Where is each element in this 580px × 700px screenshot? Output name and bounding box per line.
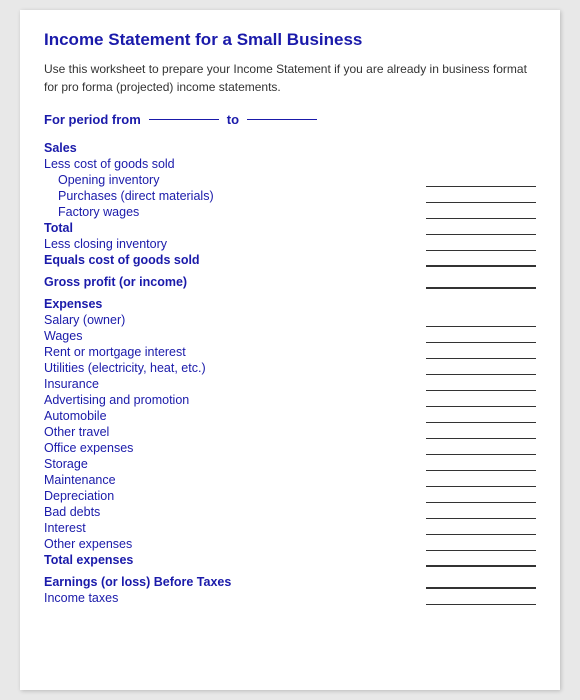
advertising-row: Advertising and promotion bbox=[44, 393, 536, 407]
period-row: For period from to bbox=[44, 112, 536, 127]
period-to-line bbox=[247, 119, 317, 120]
less-cost-label: Less cost of goods sold bbox=[44, 157, 175, 171]
other-expenses-label: Other expenses bbox=[44, 537, 132, 551]
other-expenses-row: Other expenses bbox=[44, 537, 536, 551]
insurance-row: Insurance bbox=[44, 377, 536, 391]
expenses-no-line bbox=[426, 297, 536, 311]
office-expenses-row: Office expenses bbox=[44, 441, 536, 455]
insurance-label: Insurance bbox=[44, 377, 99, 391]
advertising-line bbox=[426, 393, 536, 407]
insurance-line bbox=[426, 377, 536, 391]
income-taxes-row: Income taxes bbox=[44, 591, 536, 605]
maintenance-label: Maintenance bbox=[44, 473, 116, 487]
factory-wages-label: Factory wages bbox=[44, 205, 139, 219]
maintenance-row: Maintenance bbox=[44, 473, 536, 487]
less-cost-no-line bbox=[426, 157, 536, 171]
sales-label: Sales bbox=[44, 141, 77, 155]
other-travel-row: Other travel bbox=[44, 425, 536, 439]
expenses-heading-row: Expenses bbox=[44, 297, 536, 311]
gross-profit-label: Gross profit (or income) bbox=[44, 275, 187, 289]
less-cost-row: Less cost of goods sold bbox=[44, 157, 536, 171]
total-line bbox=[426, 221, 536, 235]
other-travel-label: Other travel bbox=[44, 425, 109, 439]
maintenance-line bbox=[426, 473, 536, 487]
depreciation-row: Depreciation bbox=[44, 489, 536, 503]
rent-line bbox=[426, 345, 536, 359]
opening-inventory-line bbox=[426, 173, 536, 187]
utilities-line bbox=[426, 361, 536, 375]
factory-wages-line bbox=[426, 205, 536, 219]
salary-line bbox=[426, 313, 536, 327]
total-expenses-line bbox=[426, 553, 536, 567]
bad-debts-line bbox=[426, 505, 536, 519]
earnings-row: Earnings (or loss) Before Taxes bbox=[44, 575, 536, 589]
factory-wages-row: Factory wages bbox=[44, 205, 536, 219]
purchases-row: Purchases (direct materials) bbox=[44, 189, 536, 203]
expenses-label: Expenses bbox=[44, 297, 102, 311]
automobile-label: Automobile bbox=[44, 409, 107, 423]
opening-inventory-row: Opening inventory bbox=[44, 173, 536, 187]
page-title: Income Statement for a Small Business bbox=[44, 30, 536, 50]
advertising-label: Advertising and promotion bbox=[44, 393, 189, 407]
wages-label: Wages bbox=[44, 329, 82, 343]
wages-row: Wages bbox=[44, 329, 536, 343]
rent-row: Rent or mortgage interest bbox=[44, 345, 536, 359]
interest-label: Interest bbox=[44, 521, 86, 535]
wages-line bbox=[426, 329, 536, 343]
description-text: Use this worksheet to prepare your Incom… bbox=[44, 60, 536, 96]
earnings-line bbox=[426, 575, 536, 589]
income-taxes-line bbox=[426, 591, 536, 605]
rent-label: Rent or mortgage interest bbox=[44, 345, 186, 359]
depreciation-line bbox=[426, 489, 536, 503]
automobile-row: Automobile bbox=[44, 409, 536, 423]
gross-profit-line bbox=[426, 275, 536, 289]
equals-cost-line bbox=[426, 253, 536, 267]
opening-inventory-label: Opening inventory bbox=[44, 173, 159, 187]
sales-no-line bbox=[426, 141, 536, 155]
period-from-line bbox=[149, 119, 219, 120]
automobile-line bbox=[426, 409, 536, 423]
total-row: Total bbox=[44, 221, 536, 235]
other-travel-line bbox=[426, 425, 536, 439]
period-to-label: to bbox=[227, 112, 239, 127]
storage-line bbox=[426, 457, 536, 471]
utilities-label: Utilities (electricity, heat, etc.) bbox=[44, 361, 206, 375]
gross-profit-row: Gross profit (or income) bbox=[44, 275, 536, 289]
total-expenses-row: Total expenses bbox=[44, 553, 536, 567]
salary-row: Salary (owner) bbox=[44, 313, 536, 327]
less-closing-label: Less closing inventory bbox=[44, 237, 167, 251]
less-closing-row: Less closing inventory bbox=[44, 237, 536, 251]
depreciation-label: Depreciation bbox=[44, 489, 114, 503]
interest-row: Interest bbox=[44, 521, 536, 535]
page: Income Statement for a Small Business Us… bbox=[20, 10, 560, 690]
bad-debts-label: Bad debts bbox=[44, 505, 100, 519]
storage-row: Storage bbox=[44, 457, 536, 471]
utilities-row: Utilities (electricity, heat, etc.) bbox=[44, 361, 536, 375]
bad-debts-row: Bad debts bbox=[44, 505, 536, 519]
purchases-line bbox=[426, 189, 536, 203]
purchases-label: Purchases (direct materials) bbox=[44, 189, 214, 203]
storage-label: Storage bbox=[44, 457, 88, 471]
total-label: Total bbox=[44, 221, 73, 235]
equals-cost-label: Equals cost of goods sold bbox=[44, 253, 200, 267]
salary-label: Salary (owner) bbox=[44, 313, 125, 327]
total-expenses-label: Total expenses bbox=[44, 553, 133, 567]
office-expenses-line bbox=[426, 441, 536, 455]
less-closing-line bbox=[426, 237, 536, 251]
period-label: For period from bbox=[44, 112, 141, 127]
income-taxes-label: Income taxes bbox=[44, 591, 118, 605]
interest-line bbox=[426, 521, 536, 535]
earnings-label: Earnings (or loss) Before Taxes bbox=[44, 575, 231, 589]
other-expenses-line bbox=[426, 537, 536, 551]
equals-cost-row: Equals cost of goods sold bbox=[44, 253, 536, 267]
sales-row: Sales bbox=[44, 141, 536, 155]
office-expenses-label: Office expenses bbox=[44, 441, 133, 455]
